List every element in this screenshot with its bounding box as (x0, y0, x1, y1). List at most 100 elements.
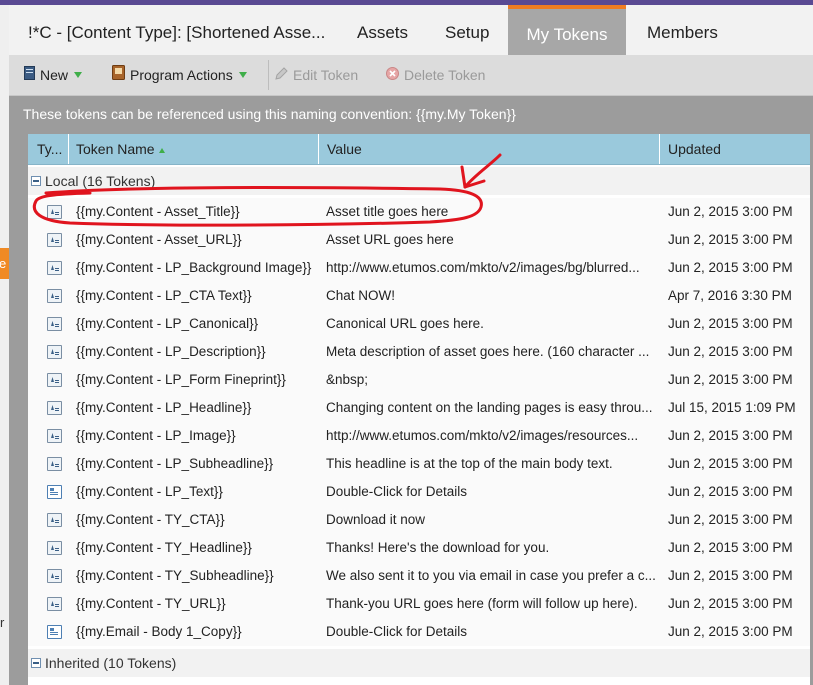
token-name-cell: {{my.Content - Asset_URL}} (76, 232, 242, 247)
token-name-cell: {{my.Content - LP_Description}} (76, 344, 266, 359)
token-updated-cell: Jun 2, 2015 3:00 PM (668, 372, 793, 387)
token-updated-cell: Jun 2, 2015 3:00 PM (668, 568, 793, 583)
column-type[interactable]: Ty... (37, 134, 62, 164)
chevron-down-icon (74, 72, 83, 78)
column-token-name-label: Token Name (76, 141, 155, 157)
token-name-cell: {{my.Content - LP_CTA Text}} (76, 288, 252, 303)
table-row[interactable]: {{my.Content - LP_Subheadline}} This head… (28, 450, 810, 478)
token-name-cell: {{my.Content - LP_Form Fineprint}} (76, 372, 286, 387)
table-row[interactable]: {{my.Email - Body 1_Copy}} Double-Click f… (28, 618, 810, 646)
column-token-name[interactable]: Token Name (76, 134, 165, 164)
text-token-icon (47, 289, 62, 303)
delete-token-button[interactable]: Delete Token (386, 55, 485, 95)
sidebar-tab-edge[interactable]: e (0, 248, 9, 279)
token-updated-cell: Apr 7, 2016 3:30 PM (668, 288, 792, 303)
token-value-cell: We also sent it to you via email in case… (326, 568, 656, 583)
naming-convention-note: These tokens can be referenced using thi… (23, 106, 516, 122)
token-value-cell: http://www.etumos.com/mkto/v2/images/res… (326, 428, 639, 443)
text-token-icon (47, 373, 62, 387)
table-row[interactable]: {{my.Content - LP_CTA Text}} Chat NOW! Apr… (28, 282, 810, 310)
table-row[interactable]: {{my.Content - LP_Canonical}} Canonical U… (28, 310, 810, 338)
delete-token-label: Delete Token (404, 67, 486, 83)
collapse-icon[interactable] (31, 658, 41, 668)
token-value-cell: Double-Click for Details (326, 624, 468, 639)
table-row[interactable]: {{my.Content - Asset_Title}} Asset title … (28, 198, 810, 226)
token-value-cell: This headline is at the top of the main … (326, 456, 613, 471)
table-row[interactable]: {{my.Content - LP_Form Fineprint}} &nbsp;… (28, 366, 810, 394)
new-button[interactable]: New (24, 55, 83, 95)
table-row[interactable]: {{my.Content - LP_Headline}} Changing con… (28, 394, 810, 422)
token-name-cell: {{my.Content - LP_Subheadline}} (76, 456, 274, 471)
text-token-icon (47, 457, 62, 471)
tab-assets[interactable]: Assets (357, 5, 408, 55)
token-value-cell: Download it now (326, 512, 426, 527)
table-row[interactable]: {{my.Content - TY_CTA}} Download it now Ju… (28, 506, 810, 534)
tokens-grid: Ty... Token Name Value Updated Local (16… (28, 134, 810, 685)
token-value-cell: Double-Click for Details (326, 484, 468, 499)
toolbar-divider (268, 60, 269, 90)
table-row[interactable]: {{my.Content - LP_Description}} Meta desc… (28, 338, 810, 366)
chevron-down-icon (238, 72, 247, 78)
tab-my-tokens[interactable]: My Tokens (508, 5, 626, 55)
token-name-cell: {{my.Content - TY_URL}} (76, 596, 226, 611)
token-updated-cell: Jun 2, 2015 3:00 PM (668, 428, 793, 443)
sidebar-text-edge: r (0, 615, 5, 630)
tab-setup[interactable]: Setup (445, 5, 489, 55)
new-label: New (40, 67, 69, 83)
token-updated-cell: Jun 2, 2015 3:00 PM (668, 204, 793, 219)
text-token-icon (47, 205, 62, 219)
table-row[interactable]: {{my.Content - LP_Image}} http://www.etum… (28, 422, 810, 450)
token-name-cell: {{my.Content - LP_Headline}} (76, 400, 252, 415)
token-updated-cell: Jun 2, 2015 3:00 PM (668, 260, 793, 275)
token-name-cell: {{my.Content - LP_Text}} (76, 484, 223, 499)
rich-text-token-icon (47, 485, 62, 499)
token-value-cell: http://www.etumos.com/mkto/v2/images/bg/… (326, 260, 640, 275)
table-row[interactable]: {{my.Content - TY_Headline}} Thanks! Here… (28, 534, 810, 562)
token-name-cell: {{my.Content - LP_Canonical}} (76, 316, 259, 331)
tab-members[interactable]: Members (647, 5, 718, 55)
document-icon (24, 55, 35, 95)
tab-program-name[interactable]: !*C - [Content Type]: [Shortened Asse... (28, 5, 325, 55)
text-token-icon (47, 401, 62, 415)
token-updated-cell: Jun 2, 2015 3:00 PM (668, 232, 793, 247)
table-row[interactable]: {{my.Content - LP_Background Image}} http… (28, 254, 810, 282)
text-token-icon (47, 233, 62, 247)
group-local-label: Local (16 Tokens) (45, 173, 156, 189)
column-divider (68, 134, 69, 164)
table-row[interactable]: {{my.Content - TY_URL}} Thank-you URL goe… (28, 590, 810, 618)
token-value-cell: Chat NOW! (326, 288, 396, 303)
group-inherited[interactable]: Inherited (10 Tokens) (28, 649, 810, 677)
sort-ascending-icon (158, 147, 165, 153)
text-token-icon (47, 597, 62, 611)
group-local[interactable]: Local (16 Tokens) (28, 167, 810, 195)
pencil-icon (275, 55, 288, 95)
column-updated[interactable]: Updated (668, 134, 721, 164)
text-token-icon (47, 541, 62, 555)
token-updated-cell: Jun 2, 2015 3:00 PM (668, 456, 793, 471)
edit-token-button[interactable]: Edit Token (275, 55, 358, 95)
token-name-cell: {{my.Content - Asset_Title}} (76, 204, 240, 219)
token-value-cell: Asset title goes here (326, 204, 449, 219)
token-value-cell: Meta description of asset goes here. (16… (326, 344, 650, 359)
column-value[interactable]: Value (327, 134, 362, 164)
collapse-icon[interactable] (31, 176, 41, 186)
table-row[interactable]: {{my.Content - LP_Text}} Double-Click for… (28, 478, 810, 506)
program-actions-button[interactable]: Program Actions (112, 55, 247, 95)
text-token-icon (47, 513, 62, 527)
table-row[interactable]: {{my.Content - Asset_URL}} Asset URL goes… (28, 226, 810, 254)
token-updated-cell: Jun 2, 2015 3:00 PM (668, 624, 793, 639)
token-name-cell: {{my.Content - LP_Image}} (76, 428, 236, 443)
token-value-cell: Thanks! Here's the download for you. (326, 540, 550, 555)
token-updated-cell: Jun 2, 2015 3:00 PM (668, 484, 793, 499)
token-updated-cell: Jun 2, 2015 3:00 PM (668, 596, 793, 611)
token-value-cell: Thank-you URL goes here (form will follo… (326, 596, 638, 611)
token-name-cell: {{my.Content - TY_Subheadline}} (76, 568, 274, 583)
table-row[interactable]: {{my.Content - TY_Subheadline}} We also s… (28, 562, 810, 590)
column-divider (318, 134, 319, 164)
text-token-icon (47, 261, 62, 275)
token-value-cell: Asset URL goes here (326, 232, 454, 247)
text-token-icon (47, 345, 62, 359)
group-inherited-label: Inherited (10 Tokens) (45, 655, 177, 671)
grid-column-header: Ty... Token Name Value Updated (28, 134, 810, 165)
token-updated-cell: Jun 2, 2015 3:00 PM (668, 540, 793, 555)
